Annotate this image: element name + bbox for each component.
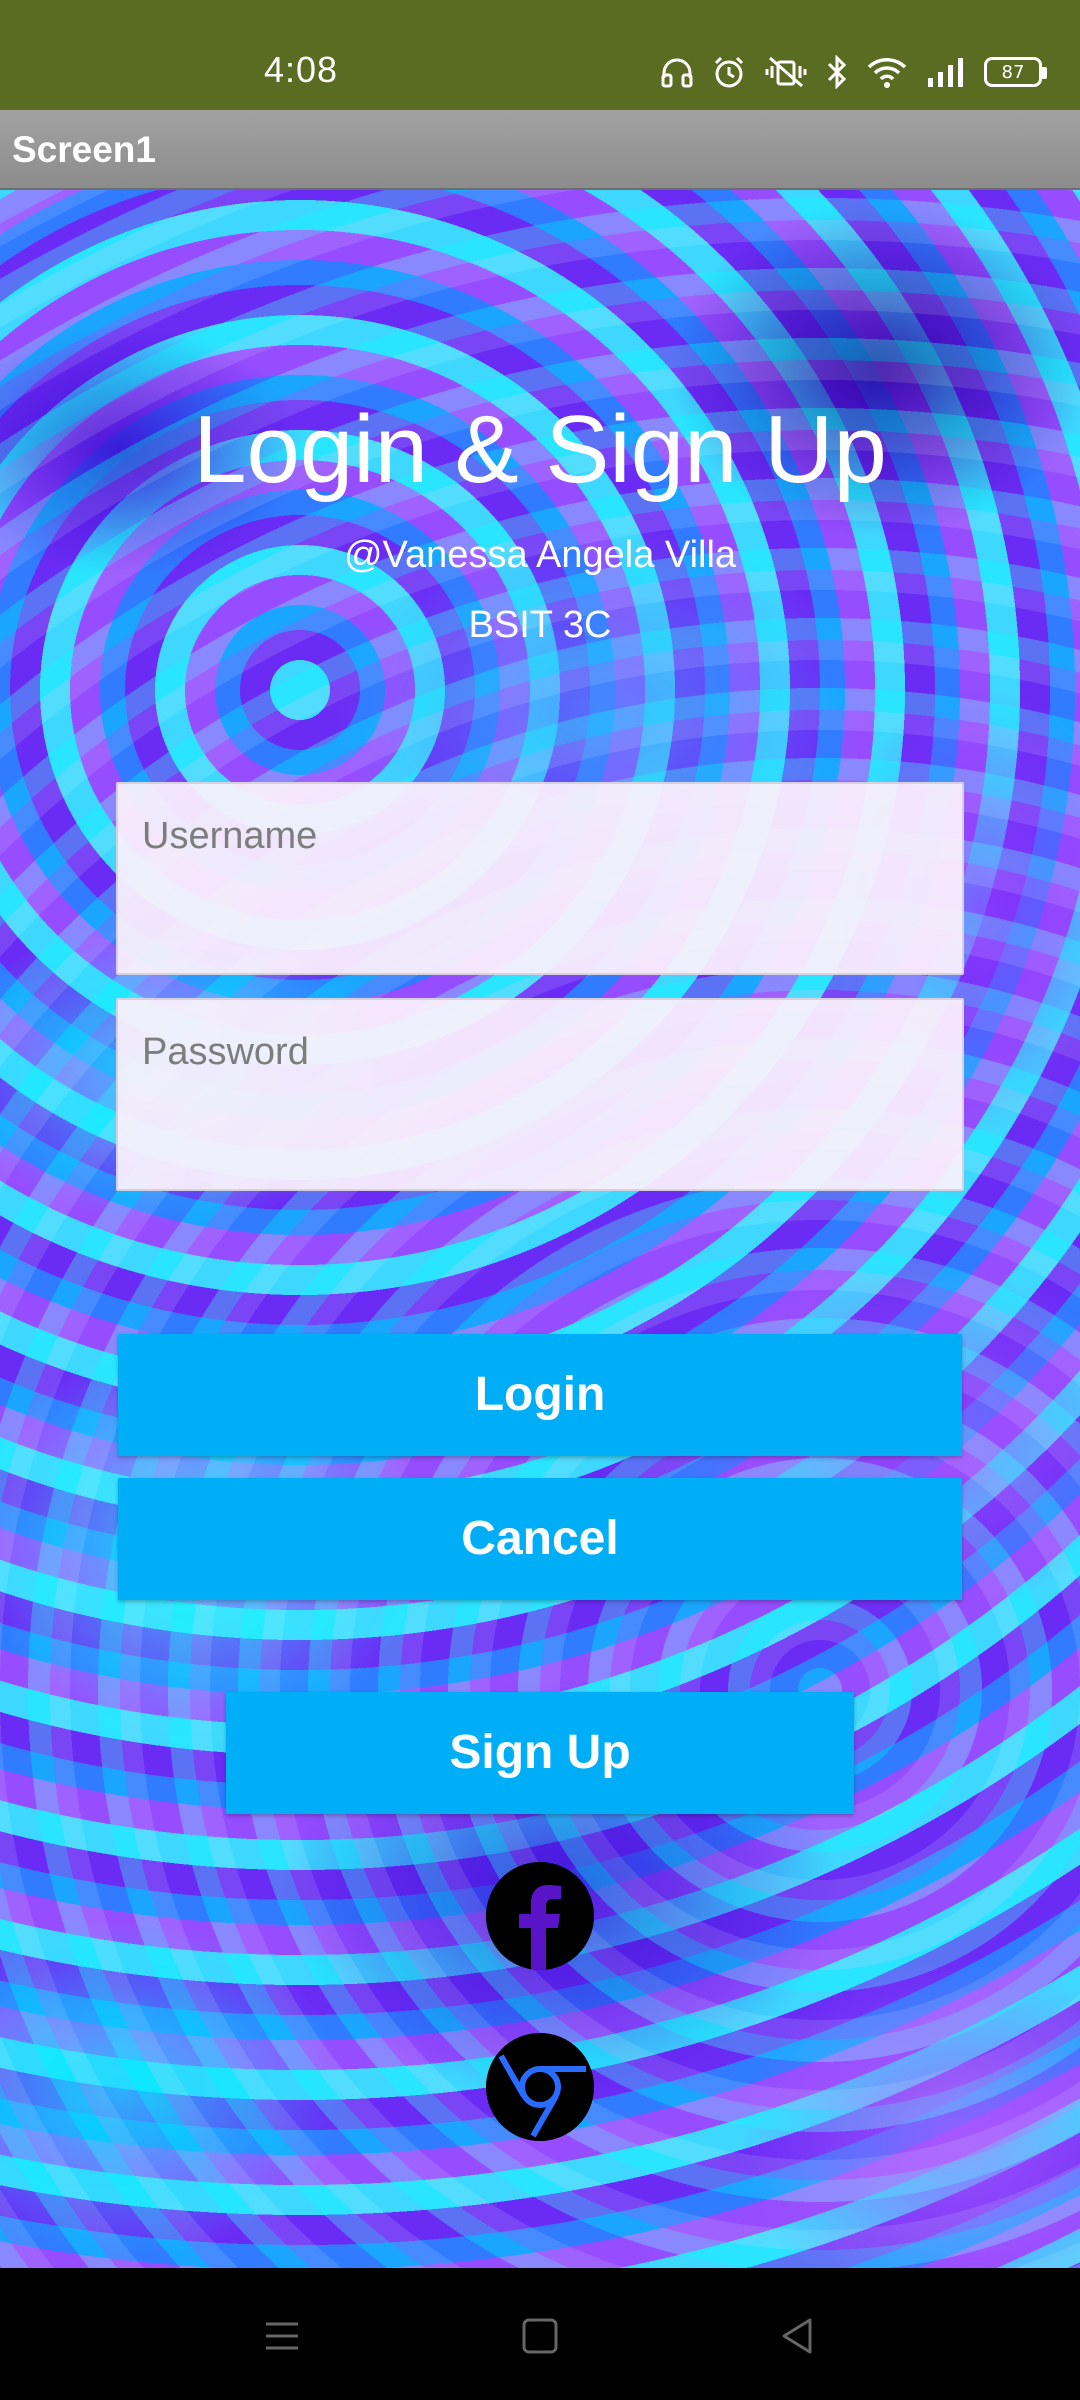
battery-level: 87 [1001,61,1025,83]
facebook-icon[interactable] [486,1862,594,1970]
signup-button[interactable]: Sign Up [226,1692,854,1814]
password-field[interactable] [116,998,964,1191]
app-screen: 4:08 87 Screen1 Login & Sign Up @Vanessa… [0,0,1080,2400]
section-label: BSIT 3C [468,604,612,646]
vibrate-mute-icon [765,56,807,88]
screen-title: Screen1 [12,129,156,170]
wifi-icon [867,58,907,88]
username-input[interactable] [118,796,962,876]
menu-icon[interactable] [252,2306,312,2366]
battery-icon: 87 [984,57,1047,87]
signal-icon [928,58,963,87]
title-bar: Screen1 [0,110,1080,190]
home-icon[interactable] [510,2306,570,2366]
login-button[interactable]: Login [118,1334,962,1456]
page-title: Login & Sign Up [193,396,887,503]
password-input[interactable] [118,1012,962,1092]
bluetooth-icon [827,55,847,89]
navigation-bar [0,2268,1080,2400]
chrome-icon[interactable] [486,2033,594,2141]
status-icons: 87 [660,52,1047,92]
status-time: 4:08 [264,49,339,90]
author-label: @Vanessa Angela Villa [343,534,737,576]
cancel-button[interactable]: Cancel [118,1478,962,1600]
back-icon[interactable] [768,2306,828,2366]
headphones-icon [661,58,693,88]
alarm-icon [714,56,744,88]
username-field[interactable] [116,782,964,975]
status-bar: 4:08 87 [0,0,1080,110]
